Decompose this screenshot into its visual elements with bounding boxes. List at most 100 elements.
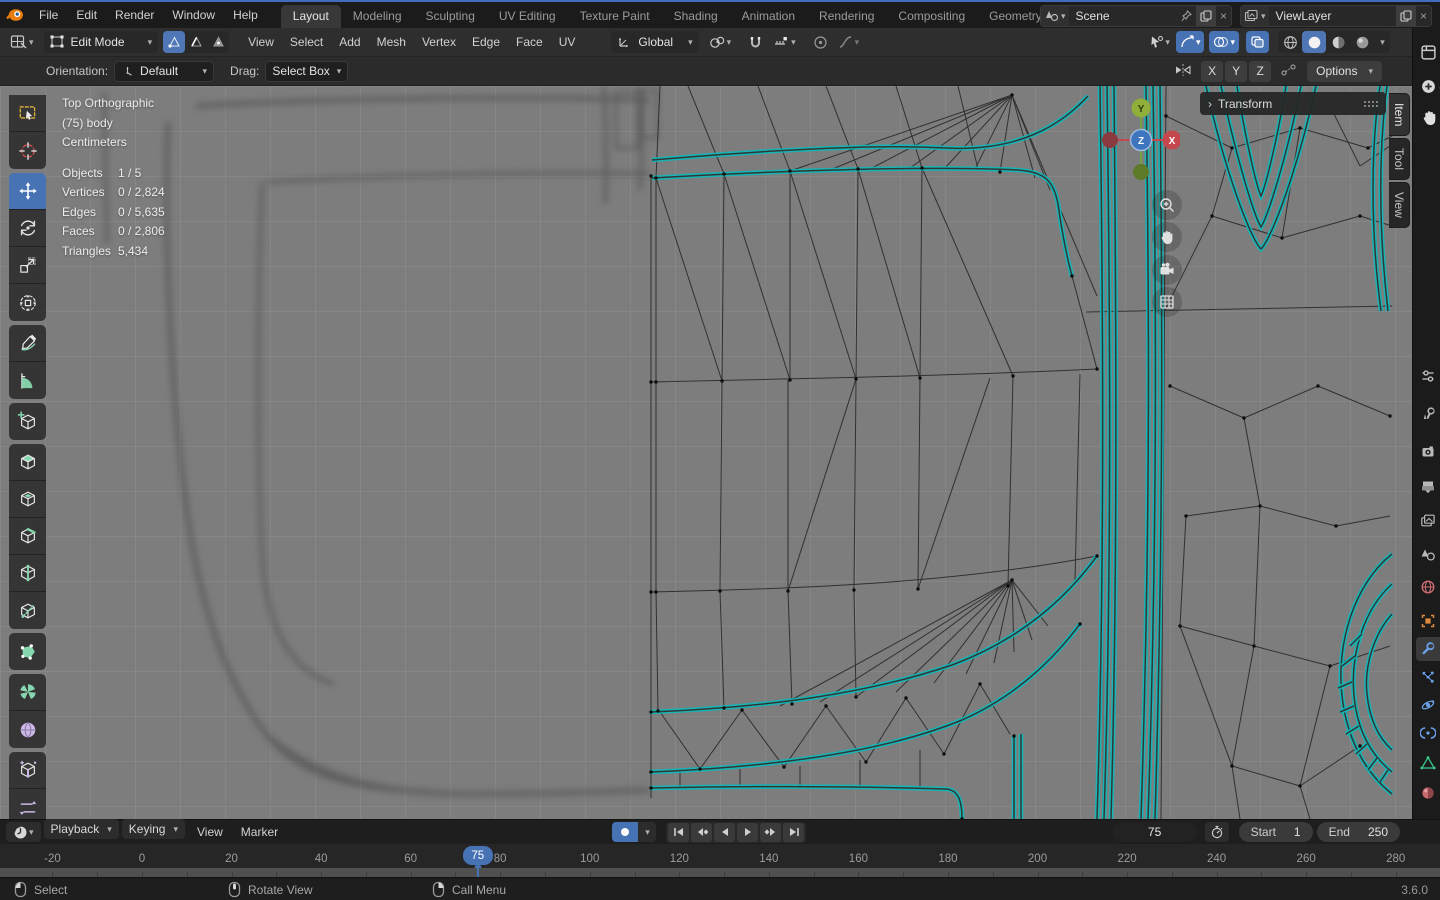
play-reverse-button[interactable]	[714, 822, 735, 842]
unlink-scene-button[interactable]: ×	[1216, 6, 1231, 26]
proportional-editing-toggle[interactable]	[809, 31, 832, 53]
transform-orientation-dropdown[interactable]: Global ▾	[611, 31, 699, 53]
viewport-menu-vertex[interactable]: Vertex	[414, 29, 464, 55]
properties-tab-physics[interactable]	[1416, 693, 1440, 717]
properties-tab-constraints[interactable]	[1416, 721, 1440, 745]
viewport-menu-select[interactable]: Select	[282, 29, 331, 55]
properties-tab-render[interactable]	[1416, 440, 1440, 464]
tool-loop-cut[interactable]	[9, 555, 46, 592]
show-gizmo-dropdown[interactable]: ▾	[1145, 31, 1174, 53]
tool-measure[interactable]	[9, 362, 46, 399]
viewport-menu-mesh[interactable]: Mesh	[369, 29, 414, 55]
snap-dots-icon[interactable]	[1279, 62, 1299, 81]
mirror-axis-y[interactable]: Y	[1225, 60, 1248, 82]
gizmos-toggle[interactable]: ▾	[1175, 31, 1205, 53]
tool-extrude-region[interactable]	[9, 444, 46, 481]
properties-tab-scene[interactable]	[1416, 543, 1440, 567]
viewport-menu-view[interactable]: View	[240, 29, 282, 55]
auto-keying-toggle[interactable]	[612, 822, 638, 842]
axis-neg-x-ball[interactable]	[1102, 132, 1118, 148]
mirror-axis-z[interactable]: Z	[1249, 60, 1272, 82]
drag-grip-icon[interactable]	[1363, 99, 1379, 108]
playhead[interactable]: 75	[462, 846, 493, 865]
proportional-falloff-dropdown[interactable]: ▾	[834, 31, 864, 53]
timeline-scroll-strip[interactable]	[0, 868, 1440, 877]
sidebar-tab-item[interactable]: Item	[1389, 93, 1410, 137]
tool-bevel[interactable]	[9, 518, 46, 555]
properties-tab-modifiers[interactable]	[1416, 637, 1440, 661]
editor-window-icon[interactable]	[1416, 40, 1440, 64]
pan-hand-icon[interactable]	[1416, 104, 1440, 128]
menu-render[interactable]: Render	[106, 2, 163, 28]
tool-add-cube[interactable]	[9, 403, 46, 440]
menu-edit[interactable]: Edit	[67, 2, 106, 28]
vertex-select-button[interactable]	[163, 31, 186, 53]
properties-tab-world[interactable]	[1416, 575, 1440, 599]
tool-select-box[interactable]	[9, 95, 46, 132]
shading-dropdown[interactable]: ▾	[1374, 31, 1390, 53]
snap-toggle[interactable]	[744, 31, 767, 53]
properties-tab-view-layer[interactable]	[1416, 509, 1440, 533]
edge-select-button[interactable]	[185, 31, 207, 53]
tool-knife[interactable]	[9, 592, 46, 629]
menu-window[interactable]: Window	[163, 2, 224, 28]
tool-poly-build[interactable]	[9, 633, 46, 670]
snap-with-dropdown[interactable]: ▾	[769, 31, 800, 53]
timeline-menu-view[interactable]: View	[188, 819, 232, 845]
mirror-icon[interactable]	[1173, 62, 1193, 81]
new-viewlayer-button[interactable]	[1395, 6, 1416, 26]
tool-annotate[interactable]	[9, 325, 46, 362]
properties-editor-type-button[interactable]	[1416, 364, 1440, 388]
solid-shading-button[interactable]	[1302, 31, 1326, 53]
overlays-toggle[interactable]: ▾	[1209, 31, 1239, 53]
viewport-menu-face[interactable]: Face	[508, 29, 551, 55]
workspace-tab-layout[interactable]: Layout	[280, 5, 341, 28]
auto-keying-dropdown[interactable]: ▾	[638, 822, 656, 842]
xray-toggle[interactable]	[1246, 31, 1269, 53]
tool-transform[interactable]	[9, 284, 46, 321]
zoom-icon[interactable]	[1152, 190, 1182, 220]
properties-tab-particles[interactable]	[1416, 665, 1440, 689]
tool-rotate[interactable]	[9, 210, 46, 247]
face-select-button[interactable]	[207, 31, 229, 53]
mode-dropdown[interactable]: Edit Mode ▾	[43, 31, 159, 53]
play-button[interactable]	[737, 822, 758, 842]
frame-end-field[interactable]: End 250	[1316, 822, 1400, 842]
workspace-tab-rendering[interactable]: Rendering	[807, 5, 886, 28]
camera-view-icon[interactable]	[1152, 255, 1182, 285]
drag-dropdown[interactable]: Select Box ▾	[265, 60, 349, 82]
tool-edge-slide[interactable]	[9, 752, 46, 789]
scene-name[interactable]: Scene	[1069, 9, 1177, 23]
tool-move[interactable]	[9, 173, 46, 210]
timeline-editor-type-button[interactable]: ▾	[6, 822, 41, 842]
menu-file[interactable]: File	[30, 2, 67, 28]
properties-tab-object[interactable]	[1416, 609, 1440, 633]
rendered-shading-button[interactable]	[1350, 31, 1374, 53]
properties-tab-tool[interactable]	[1416, 402, 1440, 426]
editor-type-button[interactable]: ▾	[6, 31, 38, 53]
jump-to-prev-keyframe-button[interactable]	[691, 822, 712, 842]
workspace-tab-compositing[interactable]: Compositing	[886, 5, 977, 28]
use-preview-range-button[interactable]	[1204, 822, 1229, 842]
transform-panel-header[interactable]: › Transform	[1200, 92, 1386, 115]
mirror-axis-x[interactable]: X	[1201, 60, 1224, 82]
properties-tab-object-data[interactable]	[1416, 751, 1440, 775]
viewport-menu-uv[interactable]: UV	[551, 29, 584, 55]
blender-logo-icon[interactable]	[0, 3, 30, 27]
workspace-tab-shading[interactable]: Shading	[662, 5, 730, 28]
jump-to-start-button[interactable]	[668, 822, 689, 842]
menu-help[interactable]: Help	[224, 2, 267, 28]
timeline-menu-playback[interactable]: Playback ▾	[43, 819, 119, 839]
tool-smooth[interactable]	[9, 711, 46, 748]
frame-start-field[interactable]: Start 1	[1238, 822, 1313, 842]
viewport-3d[interactable]: Top Orthographic (75) body Centimeters O…	[0, 86, 1412, 819]
timeline-ruler[interactable]: -20 0 20 40 60 80 100 120 140 160 180 200 220 240 260 2…	[0, 844, 1440, 871]
new-scene-button[interactable]	[1195, 6, 1216, 26]
chevron-left-icon[interactable]: ‹	[1429, 76, 1440, 100]
workspace-tab-uv-editing[interactable]: UV Editing	[487, 5, 568, 28]
viewlayer-selector[interactable]: ▾ ViewLayer ×	[1240, 5, 1432, 27]
axis-neg-y-ball[interactable]	[1133, 164, 1149, 180]
timeline-menu-keying[interactable]: Keying ▾	[121, 819, 185, 839]
properties-tab-material[interactable]	[1416, 781, 1440, 805]
orientation-default-dropdown[interactable]: Default ▾	[114, 60, 215, 82]
